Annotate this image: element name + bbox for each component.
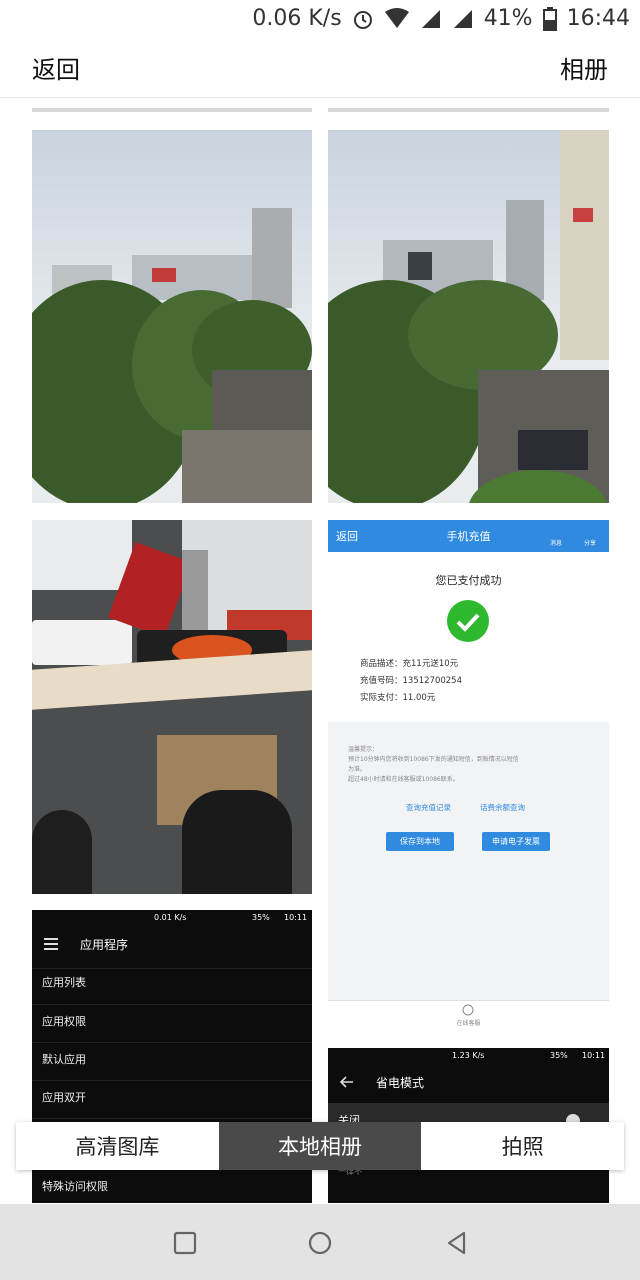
power-screen-battery: 35% bbox=[550, 1051, 568, 1060]
power-screen-title: 省电模式 bbox=[376, 1076, 425, 1090]
photo-thumbnail-partial[interactable] bbox=[328, 108, 609, 112]
recent-apps-icon[interactable] bbox=[172, 1230, 198, 1256]
alarm-icon bbox=[353, 10, 372, 29]
payment-share-label: 分享 bbox=[584, 540, 597, 547]
status-bar: 0.06 K/s 41% 16:44 bbox=[0, 0, 640, 40]
apps-list-item: 应用权限 bbox=[42, 1015, 86, 1028]
photo-thumbnail[interactable] bbox=[32, 130, 312, 503]
battery-icon bbox=[542, 6, 557, 31]
photo-thumbnail-partial[interactable] bbox=[32, 108, 312, 112]
source-tabs: 高清图库 本地相册 拍照 bbox=[16, 1122, 625, 1170]
payment-success-text: 您已支付成功 bbox=[435, 574, 502, 587]
apps-screen-speed: 0.01 K/s bbox=[154, 913, 187, 922]
signal-icon bbox=[421, 9, 440, 28]
top-bar: 返回 相册 bbox=[0, 40, 640, 98]
menu-icon bbox=[44, 938, 58, 950]
navigation-bar bbox=[0, 1204, 640, 1280]
apps-list-item: 特殊访问权限 bbox=[42, 1180, 108, 1193]
back-nav-icon[interactable] bbox=[444, 1230, 470, 1256]
apps-screen-time: 10:11 bbox=[284, 913, 308, 922]
payment-msg-label: 消息 bbox=[550, 540, 563, 547]
customer-service-icon bbox=[462, 1004, 474, 1016]
customer-service-label: 在线客服 bbox=[456, 1020, 481, 1027]
payment-tip-line3: 超过48小时请和在线客服或10086联系。 bbox=[348, 776, 459, 783]
album-button[interactable]: 相册 bbox=[560, 50, 608, 85]
arrow-left-icon bbox=[340, 1076, 353, 1088]
tab-camera[interactable]: 拍照 bbox=[421, 1122, 625, 1170]
payment-paid-line: 实际支付：11.00元 bbox=[360, 693, 436, 703]
payment-title: 手机充值 bbox=[446, 530, 491, 543]
network-speed: 0.06 K/s bbox=[252, 6, 342, 31]
wifi-icon bbox=[384, 7, 409, 28]
clock: 16:44 bbox=[566, 6, 630, 31]
payment-screenshot[interactable]: 返回 手机充值 消息 分享 您已支付成功 商品描述：充11元送10元 充值号码：… bbox=[328, 520, 609, 1030]
balance-query-link: 话费余额查询 bbox=[480, 803, 525, 812]
battery-percent: 41% bbox=[483, 6, 533, 31]
back-button[interactable]: 返回 bbox=[32, 50, 80, 85]
photo-thumbnail[interactable] bbox=[328, 130, 609, 503]
invoice-button: 申请电子发票 bbox=[482, 832, 550, 851]
payment-number-line: 充值号码：13512700254 bbox=[360, 676, 462, 686]
power-screen-time: 10:11 bbox=[582, 1051, 606, 1060]
photo-thumbnail[interactable] bbox=[32, 520, 312, 894]
payment-tip-title: 温馨提示： bbox=[348, 746, 379, 753]
photo-grid[interactable]: 返回 手机充值 消息 分享 您已支付成功 商品描述：充11元送10元 充值号码：… bbox=[0, 98, 640, 1203]
apps-screen-battery: 35% bbox=[252, 913, 270, 922]
recharge-record-link: 查询充值记录 bbox=[406, 803, 451, 812]
apps-list-item: 应用双开 bbox=[42, 1091, 86, 1104]
apps-list-item: 应用列表 bbox=[42, 976, 86, 989]
tab-local-album[interactable]: 本地相册 bbox=[218, 1122, 422, 1170]
apps-list-item: 默认应用 bbox=[42, 1053, 86, 1066]
payment-tip-line2: 为准。 bbox=[348, 766, 367, 773]
signal-icon-2 bbox=[453, 9, 472, 28]
save-local-button: 保存到本地 bbox=[386, 832, 454, 851]
home-icon[interactable] bbox=[307, 1230, 333, 1256]
payment-tip-line1: 预计10分钟内您将收到10086下发的通知短信，到账情况以短信 bbox=[348, 756, 519, 763]
tab-hd-gallery[interactable]: 高清图库 bbox=[16, 1122, 219, 1170]
success-check-icon bbox=[447, 600, 489, 642]
power-screen-speed: 1.23 K/s bbox=[452, 1051, 485, 1060]
apps-screen-title: 应用程序 bbox=[80, 938, 129, 952]
payment-desc-line: 商品描述：充11元送10元 bbox=[360, 659, 459, 669]
